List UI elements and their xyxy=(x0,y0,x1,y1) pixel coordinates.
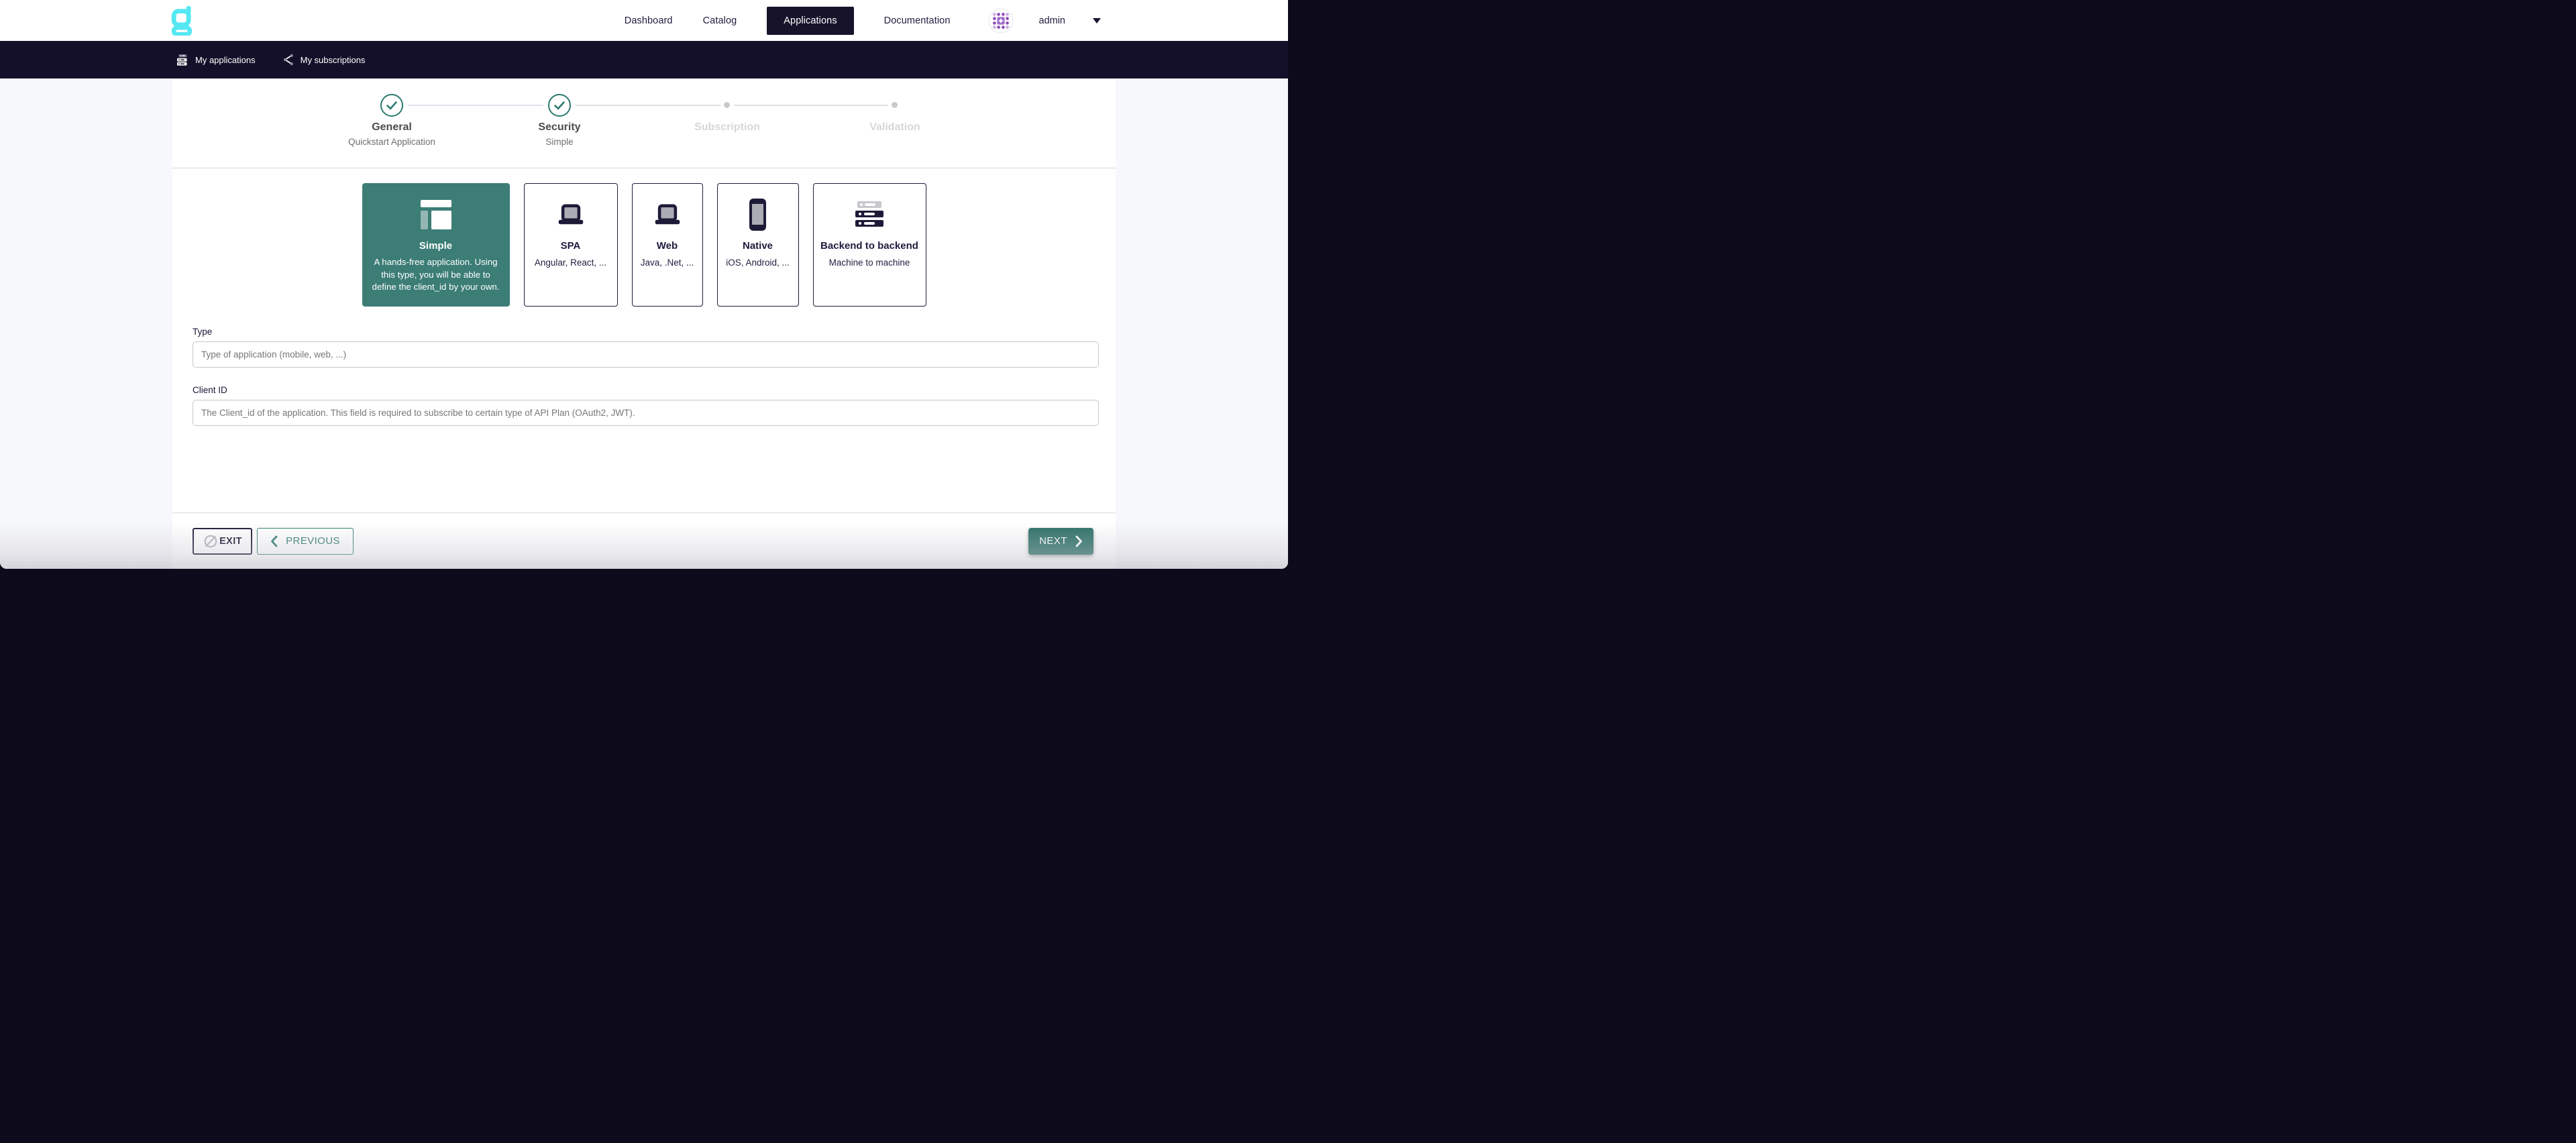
step-general[interactable]: General Quickstart Application xyxy=(311,78,472,148)
card-simple[interactable]: Simple A hands-free application. Using t… xyxy=(362,183,510,307)
type-label: Type xyxy=(193,327,1099,337)
step-title: General xyxy=(311,121,472,133)
wizard-footer: EXIT PREVIOUS NEXT xyxy=(172,512,1116,569)
card-description: Angular, React, ... xyxy=(531,257,610,269)
card-title: Native xyxy=(743,240,773,252)
card-title: Backend to backend xyxy=(820,240,918,252)
exit-button[interactable]: EXIT xyxy=(193,528,252,555)
username-label[interactable]: admin xyxy=(1039,15,1066,26)
client-id-field-group: Client ID xyxy=(193,385,1099,426)
client-id-input[interactable] xyxy=(193,400,1099,426)
card-title: Simple xyxy=(419,240,452,252)
type-field-group: Type xyxy=(193,327,1099,368)
slash-circle-icon xyxy=(203,533,219,549)
previous-button[interactable]: PREVIOUS xyxy=(257,528,354,555)
step-subtitle: Simple xyxy=(479,136,640,148)
card-description: iOS, Android, ... xyxy=(722,257,794,269)
top-navigation: Dashboard Catalog Applications Documenta… xyxy=(625,7,951,35)
exit-button-label: EXIT xyxy=(219,536,242,547)
subnav-my-applications[interactable]: My applications xyxy=(176,54,256,66)
step-title: Security xyxy=(479,121,640,133)
card-description: A hands-free application. Using this typ… xyxy=(363,256,509,294)
nav-dashboard[interactable]: Dashboard xyxy=(625,15,673,26)
check-circle-icon xyxy=(380,94,403,117)
chevron-right-icon xyxy=(1075,535,1083,547)
page-body: General Quickstart Application Security … xyxy=(0,78,1288,569)
share-icon xyxy=(283,54,294,66)
card-description: Machine to machine xyxy=(825,257,914,269)
card-title: Web xyxy=(657,240,678,252)
client-id-label: Client ID xyxy=(193,385,1099,395)
previous-button-label: PREVIOUS xyxy=(286,535,340,547)
step-subscription[interactable]: Subscription xyxy=(647,78,808,133)
next-button[interactable]: NEXT xyxy=(1028,528,1093,555)
card-title: SPA xyxy=(561,240,581,252)
server-stack-icon xyxy=(855,194,883,235)
chevron-left-icon xyxy=(270,535,278,547)
check-circle-icon xyxy=(548,94,571,117)
laptop-icon xyxy=(653,194,682,235)
type-input[interactable] xyxy=(193,341,1099,368)
step-security[interactable]: Security Simple xyxy=(479,78,640,148)
card-web[interactable]: Web Java, .Net, ... xyxy=(632,183,703,307)
server-stack-icon xyxy=(176,54,189,66)
subnav-label: My subscriptions xyxy=(301,55,366,65)
wizard-stepper: General Quickstart Application Security … xyxy=(172,78,1116,168)
laptop-icon xyxy=(557,194,585,235)
card-native[interactable]: Native iOS, Android, ... xyxy=(717,183,799,307)
smartphone-icon xyxy=(749,194,766,235)
user-menu: admin xyxy=(988,8,1102,34)
next-button-label: NEXT xyxy=(1039,535,1067,547)
nav-documentation[interactable]: Documentation xyxy=(884,15,951,26)
subnav-my-subscriptions[interactable]: My subscriptions xyxy=(283,54,366,66)
content-column: General Quickstart Application Security … xyxy=(172,78,1116,569)
card-description: Java, .Net, ... xyxy=(637,257,698,269)
step-title: Validation xyxy=(814,121,975,133)
sub-navigation: My applications My subscriptions xyxy=(0,41,1288,78)
top-bar: Dashboard Catalog Applications Documenta… xyxy=(0,0,1288,41)
gravitee-logo-icon[interactable] xyxy=(170,6,194,36)
user-avatar[interactable] xyxy=(988,8,1014,34)
application-form: Type Client ID xyxy=(172,307,1116,426)
nav-catalog[interactable]: Catalog xyxy=(703,15,737,26)
card-backend-to-backend[interactable]: Backend to backend Machine to machine xyxy=(813,183,926,307)
subnav-label: My applications xyxy=(195,55,256,65)
step-validation[interactable]: Validation xyxy=(814,78,975,133)
step-title: Subscription xyxy=(647,121,808,133)
step-subtitle: Quickstart Application xyxy=(311,136,472,148)
card-spa[interactable]: SPA Angular, React, ... xyxy=(524,183,618,307)
caret-down-icon[interactable] xyxy=(1092,17,1102,24)
layout-blocks-icon xyxy=(421,194,451,235)
browser-page: Dashboard Catalog Applications Documenta… xyxy=(0,0,1288,572)
app-window: Dashboard Catalog Applications Documenta… xyxy=(0,0,1288,569)
security-type-cards: Simple A hands-free application. Using t… xyxy=(172,183,1116,307)
nav-applications[interactable]: Applications xyxy=(767,7,853,35)
